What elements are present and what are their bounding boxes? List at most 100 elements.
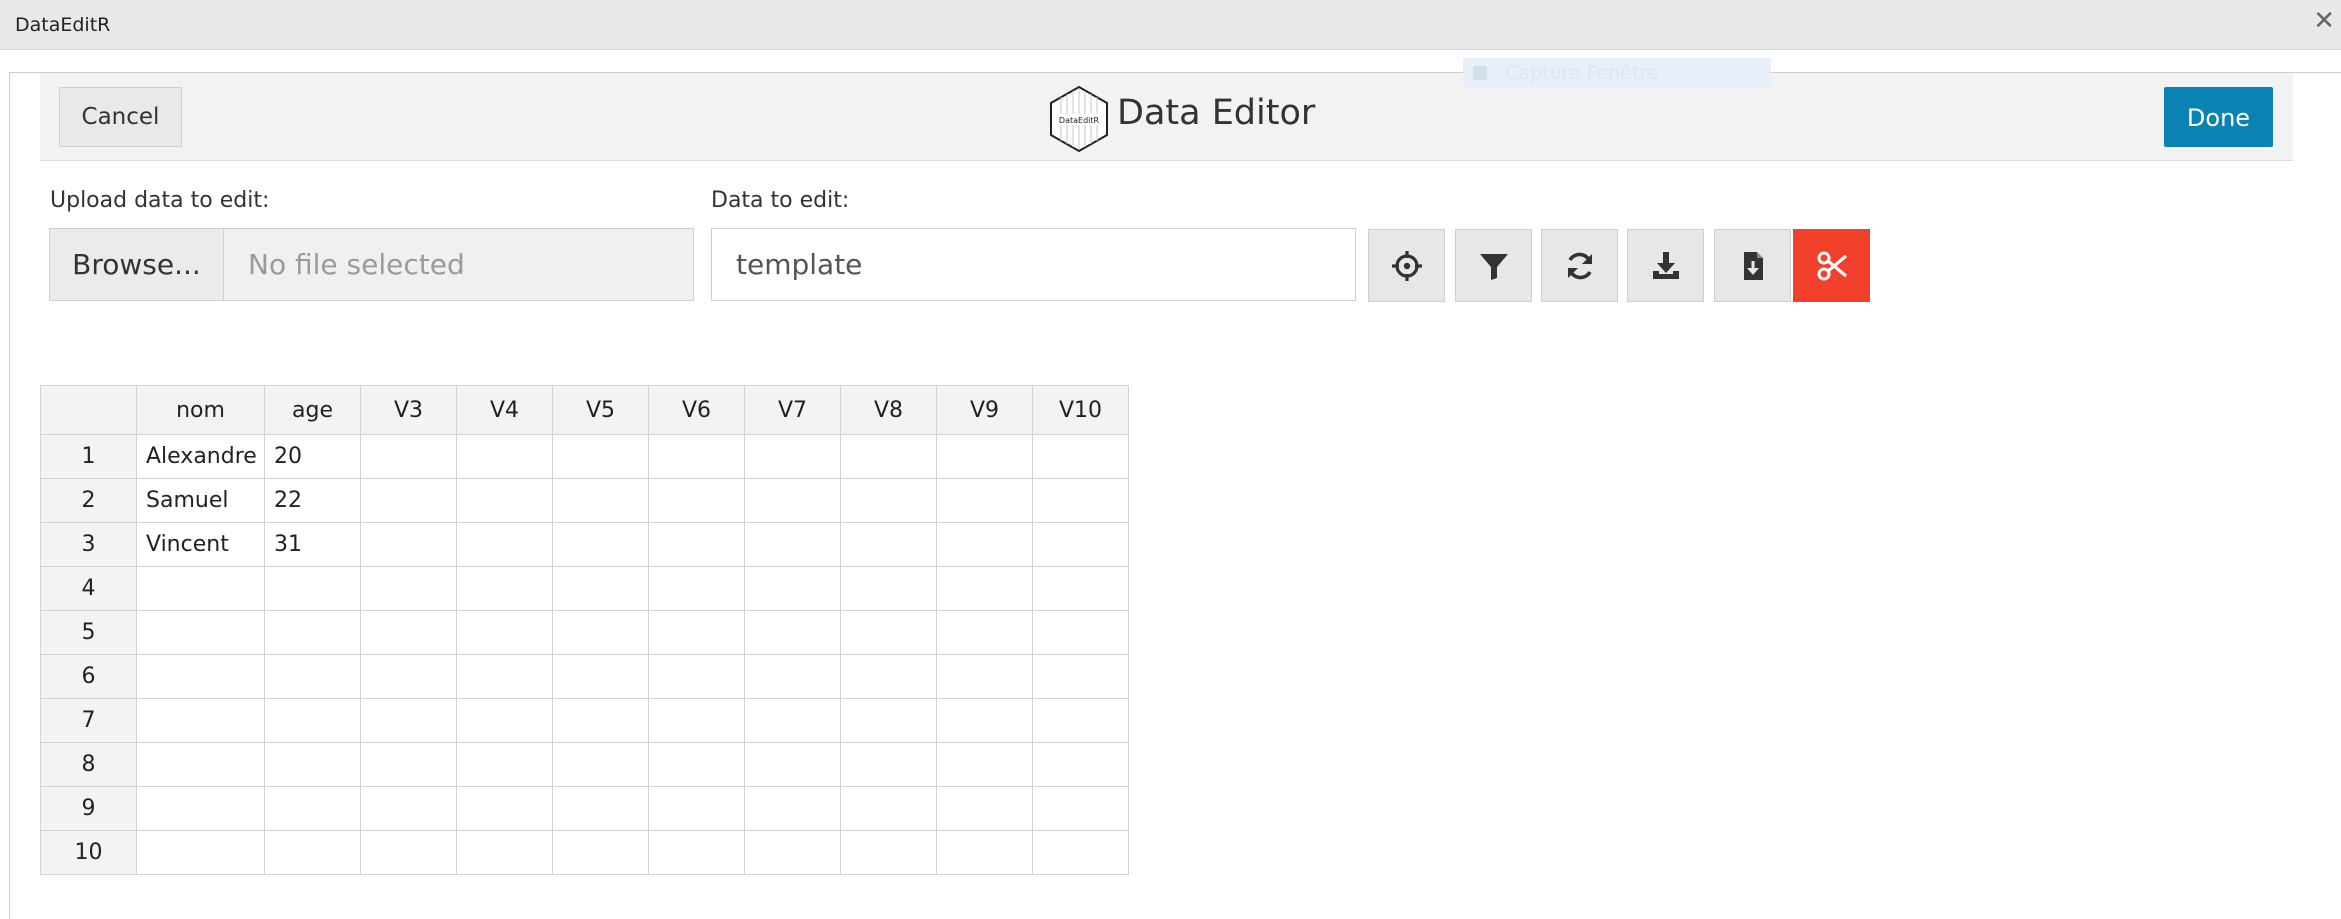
table-cell[interactable] xyxy=(840,830,937,875)
table-cell[interactable] xyxy=(1032,786,1129,831)
row-header[interactable]: 4 xyxy=(40,566,137,611)
select-button[interactable] xyxy=(1368,229,1445,302)
cancel-button[interactable]: Cancel xyxy=(59,87,182,147)
table-cell[interactable] xyxy=(136,654,265,699)
table-cell[interactable] xyxy=(648,434,745,479)
table-cell[interactable] xyxy=(264,566,361,611)
table-cell[interactable] xyxy=(840,478,937,523)
table-cell[interactable] xyxy=(936,786,1033,831)
column-header[interactable]: V7 xyxy=(744,385,841,435)
table-cell[interactable] xyxy=(456,434,553,479)
table-cell[interactable] xyxy=(264,786,361,831)
cut-button[interactable] xyxy=(1793,229,1870,302)
table-cell[interactable] xyxy=(648,830,745,875)
table-cell[interactable] xyxy=(744,434,841,479)
table-cell[interactable] xyxy=(456,830,553,875)
row-header[interactable]: 8 xyxy=(40,742,137,787)
table-cell[interactable] xyxy=(456,610,553,655)
table-cell[interactable] xyxy=(1032,742,1129,787)
table-cell[interactable] xyxy=(136,610,265,655)
table-cell[interactable] xyxy=(360,698,457,743)
table-cell[interactable] xyxy=(552,478,649,523)
table-cell[interactable] xyxy=(744,522,841,567)
table-cell[interactable] xyxy=(744,654,841,699)
column-header[interactable]: nom xyxy=(136,385,265,435)
table-cell[interactable] xyxy=(552,434,649,479)
row-header[interactable]: 3 xyxy=(40,522,137,567)
table-cell[interactable] xyxy=(744,698,841,743)
column-header[interactable]: age xyxy=(264,385,361,435)
browse-button[interactable]: Browse... xyxy=(50,229,224,300)
sync-button[interactable] xyxy=(1541,229,1618,302)
table-cell[interactable] xyxy=(136,830,265,875)
table-cell[interactable] xyxy=(936,434,1033,479)
table-cell[interactable] xyxy=(456,742,553,787)
table-cell[interactable] xyxy=(744,478,841,523)
table-cell[interactable] xyxy=(744,610,841,655)
table-cell[interactable] xyxy=(840,522,937,567)
table-cell[interactable] xyxy=(840,654,937,699)
table-cell[interactable] xyxy=(840,698,937,743)
table-cell[interactable] xyxy=(744,742,841,787)
close-icon[interactable]: ✕ xyxy=(2313,8,2335,34)
table-cell[interactable] xyxy=(552,610,649,655)
table-cell[interactable] xyxy=(552,522,649,567)
table-cell[interactable] xyxy=(360,478,457,523)
table-cell[interactable] xyxy=(648,566,745,611)
table-cell[interactable] xyxy=(264,742,361,787)
table-cell[interactable] xyxy=(552,742,649,787)
table-cell[interactable] xyxy=(936,522,1033,567)
row-header[interactable]: 5 xyxy=(40,610,137,655)
column-header[interactable]: V9 xyxy=(936,385,1033,435)
table-cell[interactable] xyxy=(136,566,265,611)
table-cell[interactable] xyxy=(264,654,361,699)
done-button[interactable]: Done xyxy=(2164,87,2273,147)
table-cell[interactable] xyxy=(936,698,1033,743)
table-corner-cell[interactable] xyxy=(40,385,137,435)
table-cell[interactable] xyxy=(456,522,553,567)
row-header[interactable]: 6 xyxy=(40,654,137,699)
table-cell[interactable] xyxy=(744,786,841,831)
data-to-edit-input[interactable] xyxy=(711,228,1356,301)
table-cell[interactable] xyxy=(648,742,745,787)
table-cell[interactable]: Vincent xyxy=(136,522,265,567)
table-cell[interactable] xyxy=(456,566,553,611)
download-button[interactable] xyxy=(1627,229,1704,302)
table-cell[interactable] xyxy=(936,742,1033,787)
table-cell[interactable] xyxy=(552,566,649,611)
table-cell[interactable] xyxy=(552,786,649,831)
table-cell[interactable] xyxy=(360,742,457,787)
column-header[interactable]: V8 xyxy=(840,385,937,435)
table-cell[interactable]: 31 xyxy=(264,522,361,567)
table-cell[interactable] xyxy=(136,698,265,743)
table-cell[interactable] xyxy=(1032,610,1129,655)
table-cell[interactable] xyxy=(360,434,457,479)
table-cell[interactable] xyxy=(360,610,457,655)
column-header[interactable]: V4 xyxy=(456,385,553,435)
table-cell[interactable] xyxy=(1032,830,1129,875)
table-cell[interactable]: Samuel xyxy=(136,478,265,523)
table-cell[interactable] xyxy=(936,478,1033,523)
table-cell[interactable] xyxy=(936,610,1033,655)
table-cell[interactable] xyxy=(456,786,553,831)
column-header[interactable]: V6 xyxy=(648,385,745,435)
table-cell[interactable] xyxy=(840,566,937,611)
table-cell[interactable] xyxy=(936,654,1033,699)
table-cell[interactable] xyxy=(360,786,457,831)
file-name-field[interactable]: No file selected xyxy=(224,229,693,300)
table-cell[interactable] xyxy=(648,478,745,523)
table-cell[interactable] xyxy=(456,478,553,523)
table-cell[interactable]: Alexandre xyxy=(136,434,265,479)
table-cell[interactable] xyxy=(1032,654,1129,699)
table-cell[interactable] xyxy=(648,610,745,655)
row-header[interactable]: 9 xyxy=(40,786,137,831)
row-header[interactable]: 10 xyxy=(40,830,137,875)
table-cell[interactable] xyxy=(1032,698,1129,743)
table-cell[interactable] xyxy=(648,522,745,567)
table-cell[interactable] xyxy=(136,786,265,831)
table-cell[interactable] xyxy=(840,434,937,479)
table-cell[interactable] xyxy=(360,566,457,611)
table-cell[interactable]: 22 xyxy=(264,478,361,523)
table-cell[interactable] xyxy=(1032,522,1129,567)
table-cell[interactable] xyxy=(360,830,457,875)
